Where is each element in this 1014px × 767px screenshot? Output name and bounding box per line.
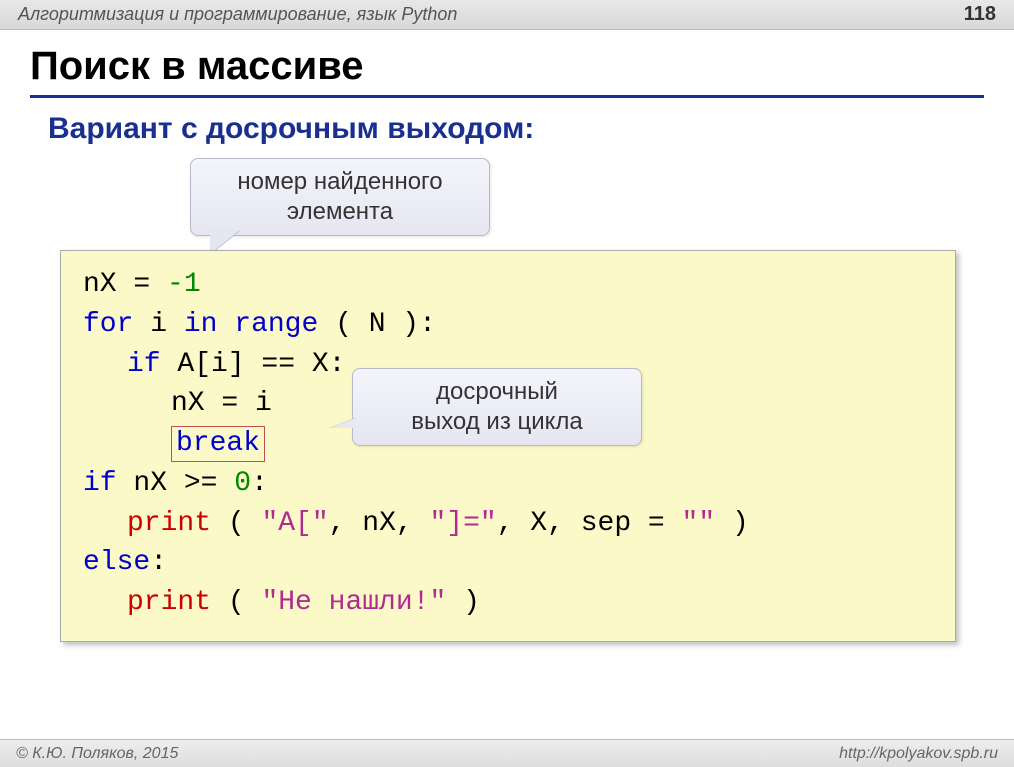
copyright-text: © К.Ю. Поляков, 2015	[16, 745, 178, 763]
break-highlight: break	[171, 426, 265, 462]
content-area: номер найденного элемента nX = -1 for i …	[30, 158, 984, 718]
code-line: nX = -1	[83, 265, 933, 305]
footer-url: http://kpolyakov.spb.ru	[839, 745, 998, 763]
footer-bar: © К.Ю. Поляков, 2015 http://kpolyakov.sp…	[0, 739, 1014, 767]
header-bar: Алгоритмизация и программирование, язык …	[0, 0, 1014, 30]
callout-early-exit: досрочный выход из цикла	[352, 368, 642, 446]
slide-body: Поиск в массиве Вариант с досрочным выхо…	[0, 30, 1014, 718]
code-line: else:	[83, 543, 933, 583]
callout-tail-icon	[330, 418, 356, 428]
course-title: Алгоритмизация и программирование, язык …	[18, 4, 457, 25]
code-line: for i in range ( N ):	[83, 305, 933, 345]
callout-found-index: номер найденного элемента	[190, 158, 490, 236]
code-line: print ( "A[", nX, "]=", X, sep = "" )	[83, 504, 933, 544]
code-line: print ( "Не нашли!" )	[83, 583, 933, 623]
slide-title: Поиск в массиве	[30, 30, 984, 98]
page-number: 118	[964, 3, 996, 26]
slide-subtitle: Вариант с досрочным выходом:	[30, 98, 984, 158]
code-line: if nX >= 0:	[83, 464, 933, 504]
